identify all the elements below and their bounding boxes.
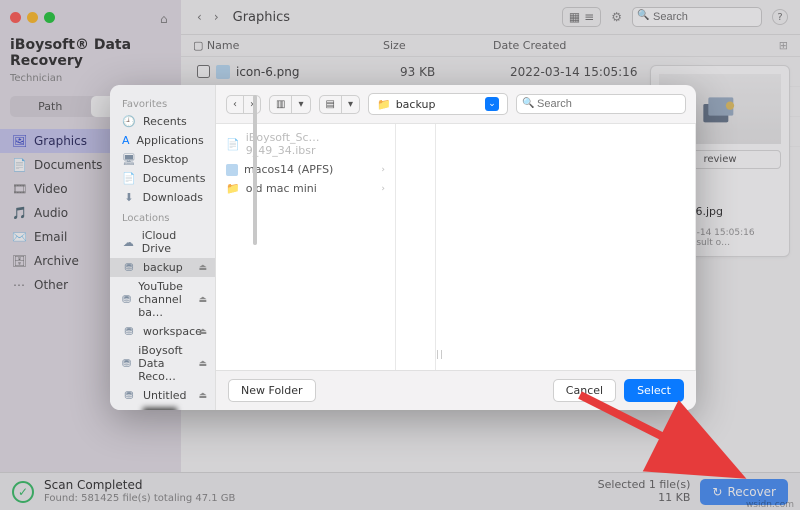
column-item[interactable]: macos14 (APFS) › — [216, 160, 395, 179]
sheet-forward-icon[interactable]: › — [243, 96, 260, 113]
eject-icon[interactable]: ⏏ — [199, 359, 208, 369]
location-icon: ⛃ — [122, 389, 136, 402]
sheet-group-seg[interactable]: ▤ ▾ — [319, 95, 360, 114]
favorite-item[interactable]: A Applications — [110, 131, 215, 150]
sheet-main: ‹ › ▥ ▾ ▤ ▾ 📁 backup ⌄ 📄 iBoysoft_Sc…9_49… — [216, 85, 696, 410]
sheet-back-icon[interactable]: ‹ — [227, 96, 243, 113]
location-item[interactable]: 💻 ████ ⏏ — [110, 405, 215, 410]
favorite-label: Applications — [137, 134, 204, 147]
eject-icon[interactable]: ⏏ — [199, 295, 208, 305]
column-item[interactable]: 📁old mac mini› — [216, 179, 395, 198]
location-icon: ⛃ — [122, 325, 136, 338]
locations-section-label: Locations — [110, 207, 215, 226]
columns-view-icon: ▥ — [270, 96, 291, 113]
folder-icon: 📁 — [226, 182, 240, 195]
favorite-label: Downloads — [143, 191, 203, 204]
favorite-icon: 📄 — [122, 172, 136, 185]
location-label: backup — [143, 261, 183, 274]
file-icon: 📄 — [226, 138, 240, 151]
eject-icon[interactable]: ⏏ — [199, 391, 208, 401]
location-icon: ⛃ — [122, 261, 136, 274]
location-label: Untitled — [143, 389, 187, 402]
location-icon: 💻 — [122, 408, 136, 410]
dropdown-icon: ▾ — [291, 96, 309, 113]
disk-icon — [226, 164, 238, 176]
location-icon: ⛃ — [122, 293, 131, 306]
chevron-right-icon: › — [381, 165, 385, 175]
favorite-label: Desktop — [143, 153, 188, 166]
eject-icon[interactable]: ⏏ — [199, 327, 208, 337]
favorites-section-label: Favorites — [110, 93, 215, 112]
favorite-icon: A — [122, 134, 130, 147]
favorite-label: Recents — [143, 115, 187, 128]
favorite-icon: ⬇︎ — [122, 191, 136, 204]
cancel-button[interactable]: Cancel — [553, 379, 616, 402]
sheet-view-seg[interactable]: ▥ ▾ — [269, 95, 310, 114]
new-folder-button[interactable]: New Folder — [228, 379, 315, 402]
location-item[interactable]: ⛃ Untitled ⏏ — [110, 386, 215, 405]
column-resize-handle[interactable]: || — [436, 350, 444, 360]
location-label: backup — [396, 98, 436, 111]
watermark: wsidn.com — [746, 500, 794, 510]
location-label: workspace — [143, 325, 202, 338]
location-icon: ⛃ — [122, 357, 131, 370]
column-item: 📄 iBoysoft_Sc…9_49_34.ibsr — [216, 128, 395, 160]
location-item[interactable]: ⛃ iBoysoft Data Reco…⏏ — [110, 341, 215, 386]
favorite-icon: 🖥 — [122, 153, 136, 166]
eject-icon[interactable]: ⏏ — [199, 263, 208, 273]
location-item[interactable]: ☁︎ iCloud Drive — [110, 226, 215, 258]
select-button[interactable]: Select — [624, 379, 684, 402]
location-label: iBoysoft Data Reco… — [138, 344, 203, 383]
eject-icon[interactable]: ⏏ — [199, 410, 208, 411]
favorite-item[interactable]: 🕘 Recents — [110, 112, 215, 131]
location-item[interactable]: ⛃ workspace⏏ — [110, 322, 215, 341]
column-item-label: macos14 (APFS) — [244, 163, 333, 176]
sheet-columns: 📄 iBoysoft_Sc…9_49_34.ibsr macos14 (APFS) ›… — [216, 124, 696, 370]
favorite-label: Documents — [143, 172, 206, 185]
save-sheet: Favorites 🕘 Recents A Applications🖥 Desktop 📄… — [110, 85, 696, 410]
location-label: YouTube channel ba… — [138, 280, 203, 319]
column-item-label: iBoysoft_Sc…9_49_34.ibsr — [246, 131, 385, 157]
chevron-up-down-icon: ⌄ — [485, 97, 499, 111]
sidebar-scrollbar[interactable] — [253, 95, 257, 245]
sheet-search-input[interactable] — [516, 94, 686, 114]
location-label: iCloud Drive — [142, 229, 203, 255]
chevron-right-icon: › — [381, 184, 385, 194]
dropdown-icon: ▾ — [341, 96, 359, 113]
folder-icon: 📁 — [377, 98, 391, 111]
location-item[interactable]: ⛃ backup ⏏ — [110, 258, 215, 277]
location-popup[interactable]: 📁 backup ⌄ — [368, 93, 508, 115]
group-icon: ▤ — [320, 96, 341, 113]
location-item[interactable]: ⛃ YouTube channel ba…⏏ — [110, 277, 215, 322]
location-label: ████ — [143, 408, 177, 410]
favorite-item[interactable]: 🖥 Desktop — [110, 150, 215, 169]
location-icon: ☁︎ — [122, 236, 135, 249]
favorite-item[interactable]: ⬇︎ Downloads — [110, 188, 215, 207]
favorite-icon: 🕘 — [122, 115, 136, 128]
favorite-item[interactable]: 📄 Documents — [110, 169, 215, 188]
sheet-sidebar: Favorites 🕘 Recents A Applications🖥 Desktop 📄… — [110, 85, 216, 410]
